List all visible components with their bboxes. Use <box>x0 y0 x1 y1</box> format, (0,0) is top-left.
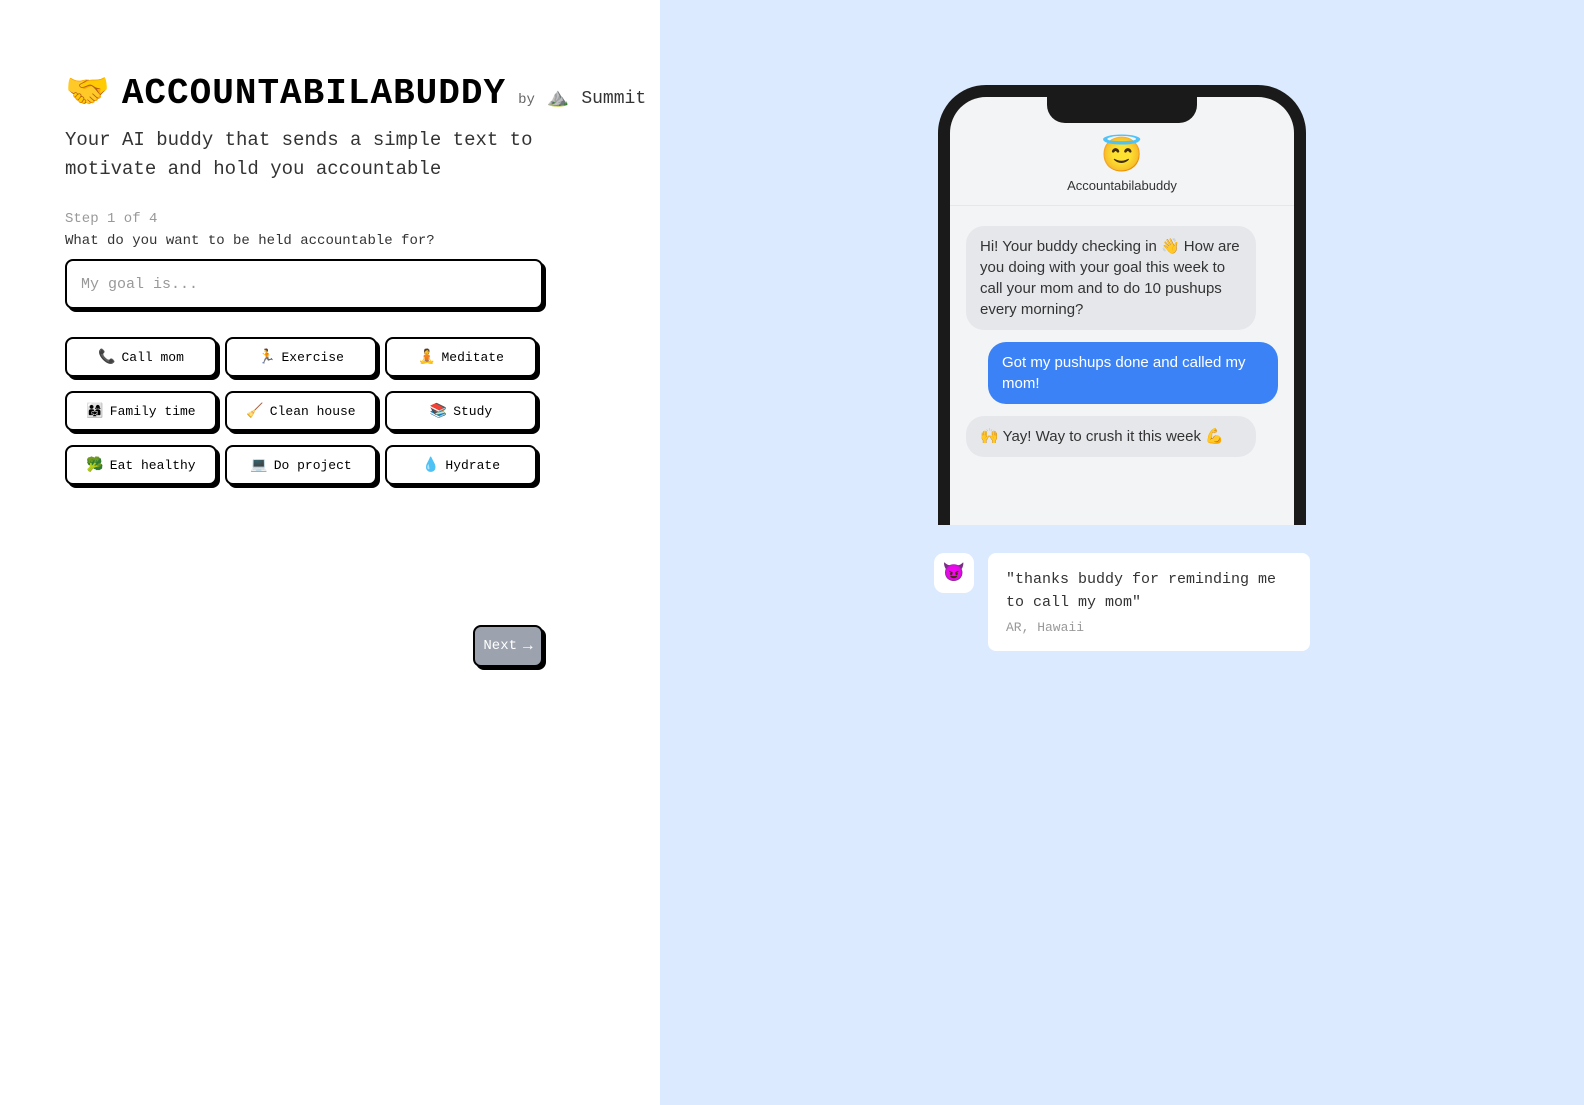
goal-label: Exercise <box>282 350 344 365</box>
goal-label: Hydrate <box>445 458 500 473</box>
goal-eat-healthy-button[interactable]: 🥦 Eat healthy <box>65 445 217 485</box>
phone-notch <box>1047 97 1197 123</box>
step-indicator: Step 1 of 4 <box>65 211 595 227</box>
mountain-icon: ⛰️ <box>547 87 569 109</box>
goal-label: Do project <box>274 458 352 473</box>
goal-label: Eat healthy <box>110 458 196 473</box>
phone-mockup: 😇 Accountabilabuddy Hi! Your buddy check… <box>938 85 1306 525</box>
goal-label: Study <box>453 404 492 419</box>
goal-study-button[interactable]: 📚 Study <box>385 391 537 431</box>
goal-meditate-button[interactable]: 🧘 Meditate <box>385 337 537 377</box>
testimonial: 😈 "thanks buddy for reminding me to call… <box>934 553 1310 651</box>
goal-label: Meditate <box>442 350 504 365</box>
testimonial-author: AR, Hawaii <box>1006 620 1292 635</box>
right-panel: 😇 Accountabilabuddy Hi! Your buddy check… <box>660 0 1584 1105</box>
phone-screen: 😇 Accountabilabuddy Hi! Your buddy check… <box>950 97 1294 457</box>
goal-hydrate-button[interactable]: 💧 Hydrate <box>385 445 537 485</box>
goal-call-mom-button[interactable]: 📞 Call mom <box>65 337 217 377</box>
droplet-icon: 💧 <box>422 457 439 474</box>
message-sent-wrap: Got my pushups done and called my mom! <box>966 342 1278 416</box>
goal-label: Call mom <box>122 350 184 365</box>
angel-icon: 😇 <box>950 135 1294 177</box>
goal-clean-house-button[interactable]: 🧹 Clean house <box>225 391 377 431</box>
left-panel: 🤝 ACCOUNTABILABUDDY by ⛰️ Summit Your AI… <box>0 0 660 1105</box>
handshake-icon: 🤝 <box>65 70 110 114</box>
runner-icon: 🏃 <box>258 349 275 366</box>
summit-brand: Summit <box>581 89 646 109</box>
devil-icon: 😈 <box>943 562 965 584</box>
broccoli-icon: 🥦 <box>86 457 103 474</box>
goal-label: Clean house <box>270 404 356 419</box>
phone-icon: 📞 <box>98 349 115 366</box>
goal-input[interactable] <box>65 259 543 309</box>
goal-do-project-button[interactable]: 💻 Do project <box>225 445 377 485</box>
arrow-right-icon: → <box>523 637 533 655</box>
goal-exercise-button[interactable]: 🏃 Exercise <box>225 337 377 377</box>
message-received: 🙌 Yay! Way to crush it this week 💪 <box>966 416 1256 457</box>
goal-label: Family time <box>110 404 196 419</box>
message-received: Hi! Your buddy checking in 👋 How are you… <box>966 226 1256 330</box>
by-label: by <box>518 92 535 108</box>
family-icon: 👨‍👩‍👧 <box>86 403 103 420</box>
app-title: ACCOUNTABILABUDDY <box>122 73 506 114</box>
next-label: Next <box>483 638 517 654</box>
app-header: 🤝 ACCOUNTABILABUDDY by ⛰️ Summit <box>65 70 595 114</box>
contact-name: Accountabilabuddy <box>1067 178 1177 193</box>
tagline: Your AI buddy that sends a simple text t… <box>65 126 595 183</box>
books-icon: 📚 <box>430 403 447 420</box>
meditate-icon: 🧘 <box>418 349 435 366</box>
testimonial-card: "thanks buddy for reminding me to call m… <box>988 553 1310 651</box>
testimonial-avatar: 😈 <box>934 553 974 593</box>
next-button[interactable]: Next → <box>473 625 543 667</box>
testimonial-quote: "thanks buddy for reminding me to call m… <box>1006 569 1292 614</box>
message-thread: Hi! Your buddy checking in 👋 How are you… <box>950 206 1294 457</box>
message-sent: Got my pushups done and called my mom! <box>988 342 1278 404</box>
broom-icon: 🧹 <box>246 403 263 420</box>
goal-family-time-button[interactable]: 👨‍👩‍👧 Family time <box>65 391 217 431</box>
laptop-icon: 💻 <box>250 457 267 474</box>
contact-header: 😇 Accountabilabuddy <box>950 133 1294 206</box>
goal-suggestions-grid: 📞 Call mom 🏃 Exercise 🧘 Meditate 👨‍👩‍👧 F… <box>65 337 543 485</box>
question-label: What do you want to be held accountable … <box>65 233 595 249</box>
